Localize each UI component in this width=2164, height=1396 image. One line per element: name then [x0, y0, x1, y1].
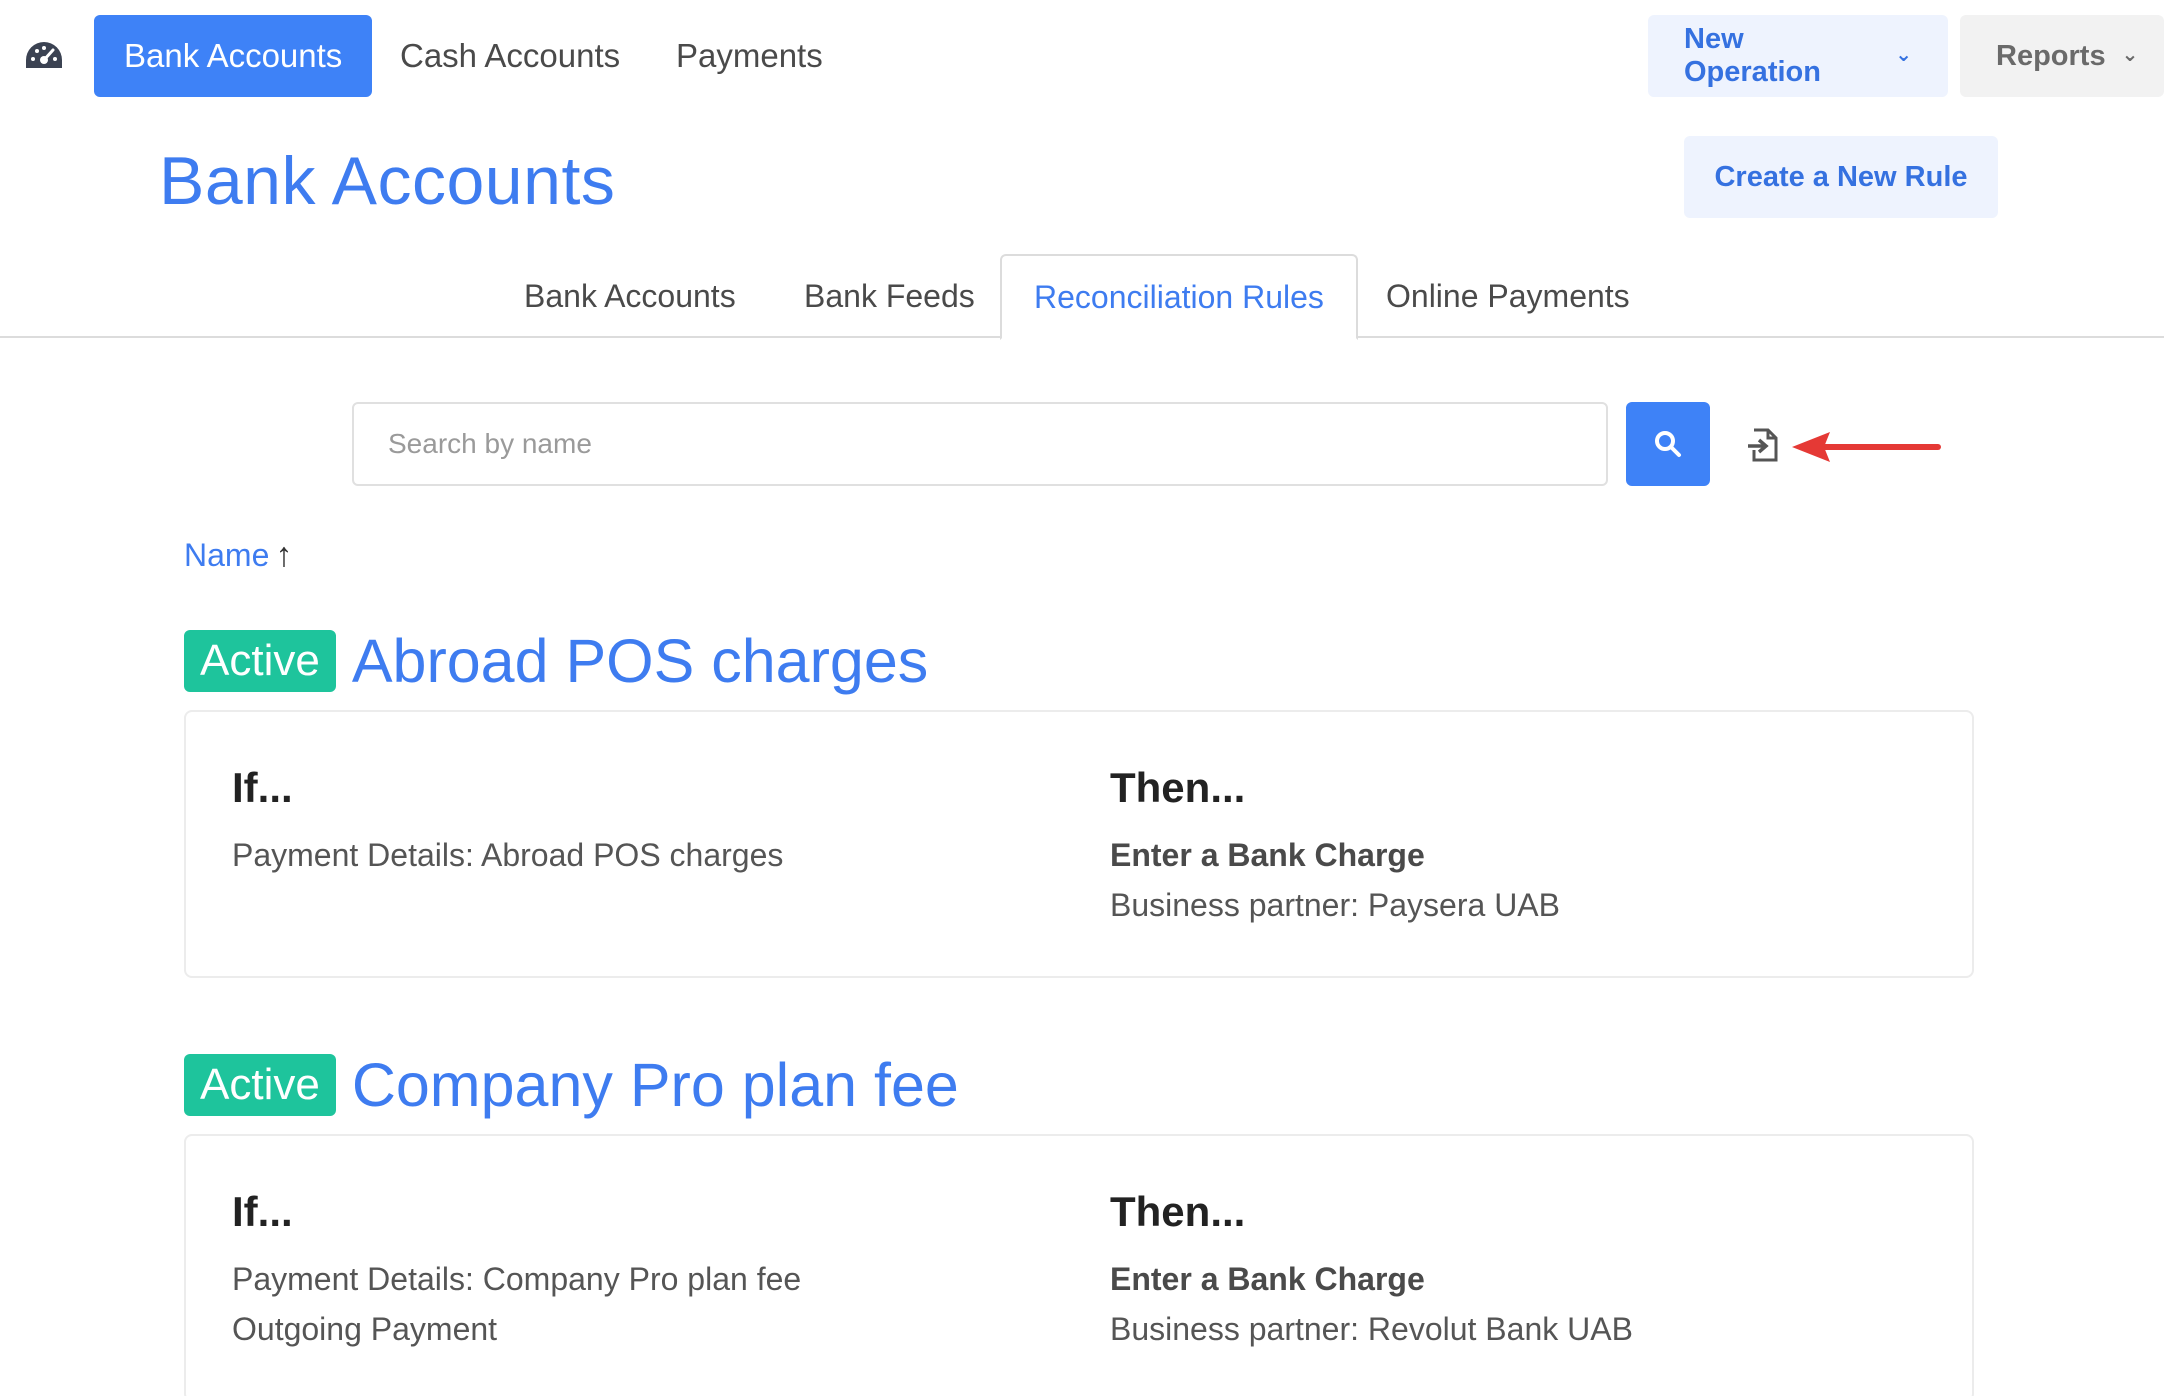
- nav-bank-accounts[interactable]: Bank Accounts: [94, 15, 373, 97]
- rule-card: If... Payment Details: Abroad POS charge…: [184, 710, 1974, 978]
- reports-button[interactable]: Reports ⌄: [1960, 15, 2164, 97]
- tab-online-payments[interactable]: Online Payments: [1354, 254, 1662, 338]
- nav-cash-accounts[interactable]: Cash Accounts: [370, 15, 650, 97]
- tab-reconciliation-rules[interactable]: Reconciliation Rules: [1000, 254, 1358, 340]
- then-heading: Then...: [1110, 764, 1246, 811]
- condition-line: Payment Details: Company Pro plan fee: [232, 1261, 802, 1297]
- rule-card: If... Payment Details: Company Pro plan …: [184, 1134, 1974, 1396]
- rule-if-column: If... Payment Details: Abroad POS charge…: [232, 764, 783, 880]
- rule-header: Active Company Pro plan fee: [184, 1050, 959, 1120]
- if-heading: If...: [232, 764, 293, 811]
- action-line: Enter a Bank Charge: [1110, 837, 1425, 873]
- condition-line: Payment Details: Abroad POS charges: [232, 837, 784, 873]
- chevron-down-icon: ⌄: [1895, 43, 1912, 66]
- action-line: Enter a Bank Charge: [1110, 1261, 1425, 1297]
- file-import-icon[interactable]: [1748, 428, 1778, 462]
- rule-name-link[interactable]: Abroad POS charges: [352, 626, 928, 696]
- tab-bank-feeds[interactable]: Bank Feeds: [772, 254, 1007, 338]
- search-icon: [1655, 431, 1681, 457]
- create-new-rule-button[interactable]: Create a New Rule: [1684, 136, 1998, 218]
- nav-payments[interactable]: Payments: [646, 15, 853, 97]
- if-heading: If...: [232, 1188, 293, 1235]
- sort-by-name[interactable]: Name ↑: [184, 536, 292, 575]
- chevron-down-icon: ⌄: [2121, 43, 2139, 66]
- rule-then-column: Then... Enter a Bank Charge Business par…: [1110, 1188, 1633, 1354]
- reports-label: Reports: [1996, 39, 2106, 72]
- sort-label: Name: [184, 537, 270, 573]
- rule-then-column: Then... Enter a Bank Charge Business par…: [1110, 764, 1560, 930]
- then-heading: Then...: [1110, 1188, 1246, 1235]
- detail-line: Business partner: Revolut Bank UAB: [1110, 1311, 1633, 1347]
- rule-header: Active Abroad POS charges: [184, 626, 928, 696]
- new-operation-label: New Operation: [1684, 23, 1821, 88]
- new-operation-button[interactable]: New Operation ⌄: [1648, 15, 1948, 97]
- rule-name-link[interactable]: Company Pro plan fee: [352, 1050, 959, 1120]
- detail-line: Business partner: Paysera UAB: [1110, 887, 1560, 923]
- condition-line: Outgoing Payment: [232, 1311, 498, 1347]
- speedometer-icon[interactable]: [24, 40, 64, 72]
- page-title: Bank Accounts: [159, 143, 616, 219]
- sort-arrow-icon: ↑: [275, 536, 293, 574]
- status-badge: Active: [184, 1054, 336, 1116]
- top-navbar: Bank Accounts Cash Accounts Payments New…: [0, 0, 2164, 112]
- annotation-arrow-icon: [1792, 432, 1941, 462]
- status-badge: Active: [184, 630, 336, 692]
- tab-bank-accounts[interactable]: Bank Accounts: [492, 254, 768, 338]
- search-input[interactable]: [352, 402, 1608, 486]
- sub-tabs: Bank Accounts Bank Feeds Reconciliation …: [0, 254, 2164, 340]
- rule-if-column: If... Payment Details: Company Pro plan …: [232, 1188, 801, 1354]
- search-button[interactable]: [1626, 402, 1710, 486]
